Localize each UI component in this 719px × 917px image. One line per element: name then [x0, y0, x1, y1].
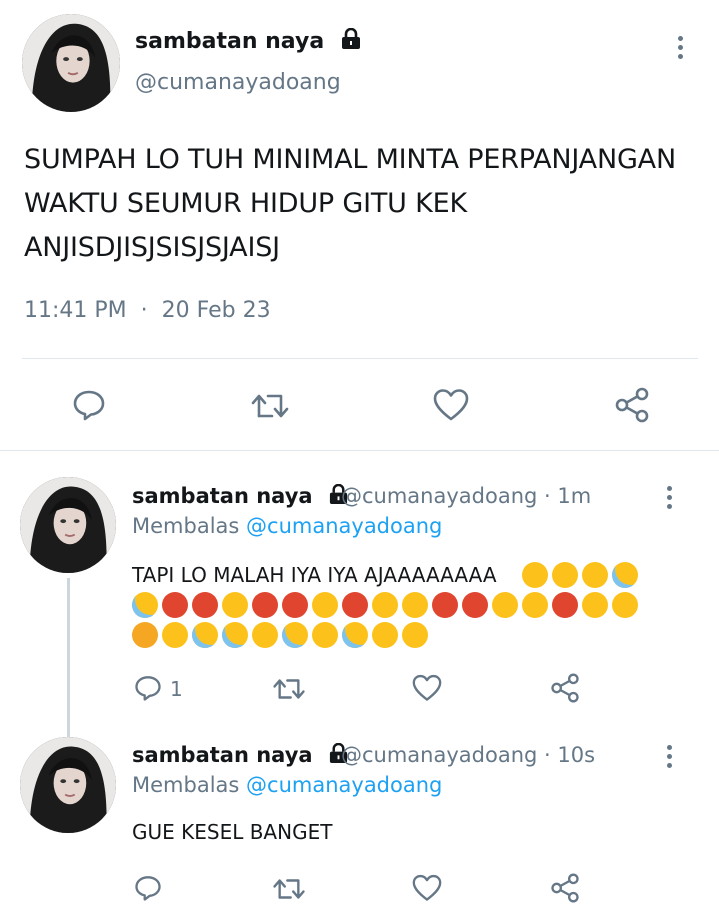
- avatar-image: [22, 14, 120, 112]
- cursing-emoji-icon: [552, 592, 578, 618]
- pensive-emoji-icon: [162, 622, 188, 648]
- replying-label: Membalas: [132, 514, 240, 538]
- tweet-date: 20 Feb 23: [161, 298, 271, 323]
- reply-text: TAPI LO MALAH IYA IYA AJAAAAAAAA: [132, 563, 497, 587]
- cursing-emoji-icon: [432, 592, 458, 618]
- smiling-emoji-icon: [552, 562, 578, 588]
- reply-text: GUE KESEL BANGET: [132, 820, 333, 844]
- sweat-smile-emoji-icon: [192, 622, 218, 648]
- replying-label: Membalas: [132, 773, 240, 797]
- display-name[interactable]: sambatan naya: [135, 27, 362, 56]
- more-vertical-icon[interactable]: [675, 36, 685, 62]
- share-icon[interactable]: [550, 873, 580, 903]
- lock-icon: [340, 27, 362, 56]
- thread-line: [67, 578, 70, 738]
- meta-separator: ·: [140, 298, 148, 323]
- display-name[interactable]: sambatan naya: [132, 483, 349, 510]
- cursing-emoji-icon: [192, 592, 218, 618]
- heart-icon[interactable]: [433, 388, 469, 422]
- cursing-emoji-icon: [252, 592, 278, 618]
- angry-emoji-icon: [132, 622, 158, 648]
- avatar-image: [20, 737, 116, 833]
- reply-icon[interactable]: [134, 674, 162, 702]
- emoji-row-2: [132, 590, 692, 620]
- mention-link[interactable]: @cumanayadoang: [246, 514, 442, 538]
- user-handle-time[interactable]: @cumanayadoang · 1m: [341, 484, 591, 508]
- share-icon[interactable]: [614, 387, 650, 423]
- cursing-emoji-icon: [462, 592, 488, 618]
- reply-count: 1: [170, 677, 183, 701]
- more-vertical-icon[interactable]: [664, 486, 674, 512]
- user-handle-time[interactable]: @cumanayadoang · 10s: [341, 743, 595, 767]
- avatar[interactable]: [22, 14, 120, 112]
- section-divider: [0, 450, 719, 451]
- reply-icon[interactable]: [134, 874, 162, 902]
- sweat-smile-emoji-icon: [132, 592, 158, 618]
- tweet-timestamp[interactable]: 11:41 PM · 20 Feb 23: [24, 298, 271, 323]
- cursing-emoji-icon: [282, 592, 308, 618]
- sweat-smile-emoji-icon: [282, 622, 308, 648]
- retweet-icon[interactable]: [272, 877, 306, 901]
- retweet-icon[interactable]: [250, 392, 290, 420]
- replying-to: Membalas @cumanayadoang: [132, 514, 442, 538]
- tweet-text: SUMPAH LO TUH MINIMAL MINTA PERPANJANGAN…: [24, 144, 676, 263]
- sweat-smile-emoji-icon: [342, 622, 368, 648]
- pensive-emoji-icon: [402, 622, 428, 648]
- mention-link[interactable]: @cumanayadoang: [246, 773, 442, 797]
- tweet-time: 11:41 PM: [24, 298, 127, 323]
- grinning-emoji-icon: [582, 592, 608, 618]
- sweat-smile-emoji-icon: [222, 622, 248, 648]
- sweat-smile-emoji-icon: [612, 562, 638, 588]
- tired-emoji-icon: [312, 592, 338, 618]
- pensive-emoji-icon: [252, 622, 278, 648]
- user-handle[interactable]: @cumanayadoang: [135, 70, 341, 95]
- avatar[interactable]: [20, 477, 116, 573]
- emoji-row-3: [132, 620, 692, 650]
- smiling-emoji-icon: [582, 562, 608, 588]
- emoji-row-1-tail: [522, 562, 692, 590]
- avatar[interactable]: [20, 737, 116, 833]
- smiling-emoji-icon: [522, 562, 548, 588]
- tired-emoji-icon: [372, 592, 398, 618]
- tired-emoji-icon: [522, 592, 548, 618]
- display-name[interactable]: sambatan naya: [132, 742, 349, 769]
- pensive-emoji-icon: [372, 622, 398, 648]
- cursing-emoji-icon: [342, 592, 368, 618]
- divider: [22, 358, 698, 359]
- tired-emoji-icon: [612, 592, 638, 618]
- cursing-emoji-icon: [162, 592, 188, 618]
- tired-emoji-icon: [492, 592, 518, 618]
- avatar-image: [20, 477, 116, 573]
- more-vertical-icon[interactable]: [664, 745, 674, 771]
- pensive-emoji-icon: [312, 622, 338, 648]
- share-icon[interactable]: [550, 673, 580, 703]
- heart-icon[interactable]: [412, 874, 442, 902]
- reply-icon[interactable]: [72, 388, 106, 422]
- replying-to: Membalas @cumanayadoang: [132, 773, 442, 797]
- tired-emoji-icon: [402, 592, 428, 618]
- tired-emoji-icon: [222, 592, 248, 618]
- heart-icon[interactable]: [412, 674, 442, 702]
- retweet-icon[interactable]: [272, 677, 306, 701]
